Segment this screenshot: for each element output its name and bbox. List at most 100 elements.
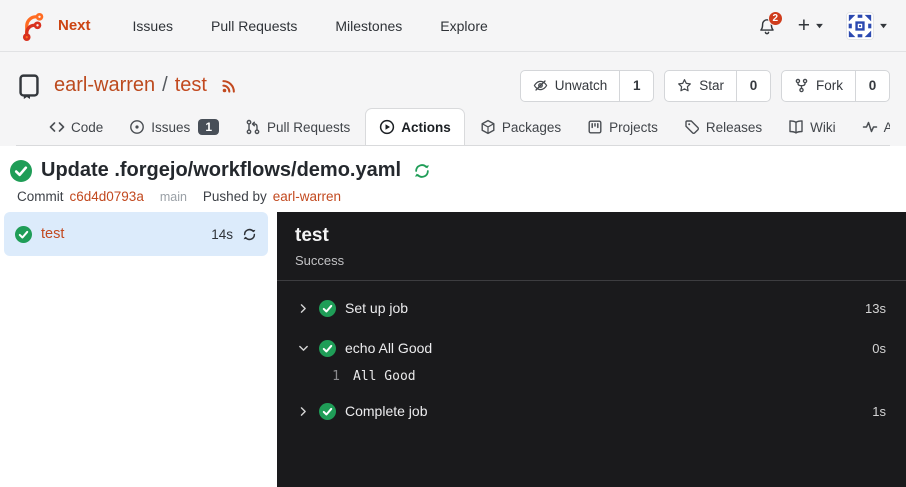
repo-action-buttons: Unwatch 1 Star 0 Fork 0 <box>520 70 890 102</box>
rss-icon <box>220 77 238 95</box>
identicon-avatar <box>847 13 873 39</box>
chevron-right-icon <box>297 302 310 315</box>
rss-feed-button[interactable] <box>220 77 238 95</box>
repo-owner-link[interactable]: earl-warren <box>54 74 155 97</box>
step-name: Set up job <box>345 300 408 316</box>
package-icon <box>480 119 496 135</box>
forgejo-logo-icon <box>18 11 48 41</box>
tab-packages[interactable]: Packages <box>469 108 572 145</box>
job-log-panel: test Success Set up job 13s e <box>277 212 906 487</box>
pushed-by-label: Pushed by <box>203 189 267 204</box>
stars-count[interactable]: 0 <box>736 71 770 101</box>
fork-button[interactable]: Fork <box>782 71 855 101</box>
nav-milestones[interactable]: Milestones <box>335 18 402 34</box>
eye-slash-icon <box>533 78 548 93</box>
tab-issues-label: Issues <box>151 120 190 135</box>
job-name: test <box>41 226 64 242</box>
step-name: Complete job <box>345 403 428 419</box>
forgejo-app: Next Issues Pull Requests Milestones Exp… <box>0 0 906 487</box>
job-duration: 14s <box>211 227 233 242</box>
forgejo-logo[interactable] <box>18 11 48 41</box>
tab-pull-requests-label: Pull Requests <box>267 120 350 135</box>
pushed-by-user-link[interactable]: earl-warren <box>273 189 341 204</box>
user-menu-button[interactable] <box>846 12 888 40</box>
rerun-job-button[interactable] <box>242 227 257 242</box>
star-button[interactable]: Star <box>665 71 736 101</box>
step-duration: 1s <box>872 404 886 419</box>
chevron-right-icon <box>297 405 310 418</box>
create-new-button[interactable]: + <box>798 15 824 36</box>
job-panel-header: test Success <box>277 212 906 281</box>
step-echo-all-good[interactable]: echo All Good 0s <box>277 328 906 368</box>
success-check-icon <box>319 403 336 420</box>
brand-label[interactable]: Next <box>58 17 91 34</box>
nav-pull-requests[interactable]: Pull Requests <box>211 18 297 34</box>
tab-packages-label: Packages <box>502 120 561 135</box>
job-steps: Set up job 13s echo All Good 0s 1 All Go… <box>277 281 906 431</box>
project-icon <box>587 119 603 135</box>
step-complete-job[interactable]: Complete job 1s <box>277 391 906 431</box>
activity-icon <box>862 119 878 135</box>
success-check-icon <box>319 340 336 357</box>
tab-pull-requests[interactable]: Pull Requests <box>234 108 361 145</box>
job-status: Success <box>295 253 888 268</box>
tab-code[interactable]: Code <box>38 108 114 145</box>
tab-releases-label: Releases <box>706 120 762 135</box>
tab-wiki-label: Wiki <box>810 120 836 135</box>
tab-releases[interactable]: Releases <box>673 108 773 145</box>
repo-title-row: earl-warren / test Unwatch 1 <box>16 52 890 102</box>
success-check-icon <box>10 160 32 182</box>
tab-wiki[interactable]: Wiki <box>777 108 847 145</box>
commit-label: Commit <box>17 189 64 204</box>
repo-header: earl-warren / test Unwatch 1 <box>0 52 906 146</box>
log-line-number: 1 <box>326 369 340 384</box>
commit-hash-link[interactable]: c6d4d0793a <box>70 189 144 204</box>
log-line-text: All Good <box>353 369 416 384</box>
repo-name-link[interactable]: test <box>175 74 207 97</box>
play-circle-icon <box>379 119 395 135</box>
job-panel-title: test <box>295 225 888 247</box>
tab-issues[interactable]: Issues 1 <box>118 108 230 145</box>
star-label: Star <box>699 78 724 93</box>
issue-opened-icon <box>129 119 145 135</box>
run-body: test 14s test Success Set up job <box>0 204 906 487</box>
tab-projects[interactable]: Projects <box>576 108 669 145</box>
repo-book-icon <box>16 73 42 99</box>
notifications-button[interactable]: 2 <box>758 17 776 35</box>
plus-icon: + <box>798 15 810 36</box>
tab-actions-label: Actions <box>401 120 451 135</box>
tag-icon <box>684 119 700 135</box>
job-item-test[interactable]: test 14s <box>4 212 268 256</box>
book-icon <box>788 119 804 135</box>
step-duration: 13s <box>865 301 886 316</box>
step-set-up-job[interactable]: Set up job 13s <box>277 288 906 328</box>
nav-issues[interactable]: Issues <box>133 18 173 34</box>
branch-label: main <box>160 190 187 204</box>
run-title-row: Update .forgejo/workflows/demo.yaml <box>10 159 890 182</box>
fork-button-group: Fork 0 <box>781 70 890 102</box>
chevron-down-icon <box>879 21 888 30</box>
success-check-icon <box>319 300 336 317</box>
repo-title: earl-warren / test <box>54 74 238 97</box>
watchers-count[interactable]: 1 <box>619 71 653 101</box>
nav-explore[interactable]: Explore <box>440 18 487 34</box>
repo-separator: / <box>162 74 168 97</box>
forks-count[interactable]: 0 <box>855 71 889 101</box>
tab-code-label: Code <box>71 120 103 135</box>
tab-activity[interactable]: Ac <box>851 108 890 145</box>
rerun-workflow-button[interactable] <box>413 162 431 180</box>
step-duration: 0s <box>872 341 886 356</box>
tab-actions[interactable]: Actions <box>365 108 465 146</box>
unwatch-label: Unwatch <box>555 78 608 93</box>
pull-request-icon <box>245 119 261 135</box>
watch-button-group: Unwatch 1 <box>520 70 655 102</box>
code-icon <box>49 119 65 135</box>
log-line: 1 All Good <box>277 368 906 391</box>
navbar-right: 2 + <box>758 12 888 40</box>
star-button-group: Star 0 <box>664 70 771 102</box>
workflow-run-header: Update .forgejo/workflows/demo.yaml Comm… <box>0 146 906 204</box>
run-meta: Commit c6d4d0793a main Pushed by earl-wa… <box>17 189 890 204</box>
fork-label: Fork <box>816 78 843 93</box>
unwatch-button[interactable]: Unwatch <box>521 71 620 101</box>
top-navbar: Next Issues Pull Requests Milestones Exp… <box>0 0 906 52</box>
